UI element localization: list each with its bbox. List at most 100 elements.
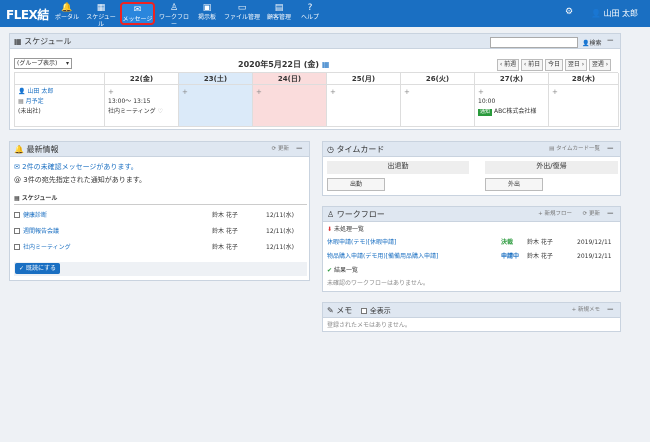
schedule-date: 2020年5月22日 (金) ▦: [238, 60, 330, 69]
board-icon: ▣: [202, 3, 212, 13]
checkbox[interactable]: [14, 212, 20, 218]
day-header[interactable]: 23(土): [179, 73, 253, 85]
workflow-empty: 未確認のワークフローはありません。: [327, 280, 429, 287]
add-icon[interactable]: +: [478, 87, 545, 97]
user-menu[interactable]: 👤 山田 太郎: [591, 8, 638, 19]
nav-board[interactable]: ▣ 掲示板: [193, 2, 221, 25]
add-icon[interactable]: +: [330, 87, 397, 97]
status-badge: 決裁: [501, 239, 514, 246]
event-item[interactable]: 通知 ABC株式会社様: [478, 107, 545, 117]
news-item[interactable]: 週間報告会議 鈴木 花子 12/11(水): [14, 228, 307, 236]
bell-icon: 🔔: [61, 3, 73, 13]
pending-label: ⬇ 未処理一覧: [327, 226, 364, 233]
schedule-search-input[interactable]: [490, 37, 578, 48]
nav-file[interactable]: ▭ ファイル管理: [223, 2, 261, 25]
workflow-item[interactable]: 物品購入申請(デモ用)[備備用品購入申請] 申請中 鈴木 花子 2019/12/11: [327, 253, 618, 261]
next-day-button[interactable]: 翌日 ›: [565, 59, 587, 71]
envelope-icon: ✉: [133, 5, 142, 15]
refresh-button[interactable]: ⟳ 更新: [272, 142, 289, 157]
nav-schedule[interactable]: ▦ スケジュール: [84, 2, 118, 28]
timecard-panel: ◷ タイムカード ▤ タイムカード一覧 − 出退勤 外出/復帰 出勤 外出: [322, 141, 621, 196]
add-icon[interactable]: +: [552, 87, 615, 97]
news-section-header: ▦ スケジュール: [14, 193, 307, 205]
new-flow-button[interactable]: + 新規フロー: [538, 207, 572, 222]
news-item[interactable]: 健康診断 鈴木 花子 12/11(水): [14, 212, 307, 220]
news-panel: 🔔 最新情報 ⟳ 更新 − ✉ 2件の未確認メッセージがあります。 @ 3件の宛…: [9, 141, 310, 281]
minimize-icon[interactable]: −: [606, 34, 614, 49]
search-button[interactable]: 👤検索: [582, 38, 602, 47]
nav-message[interactable]: ✉ メッセージ: [120, 2, 155, 25]
day-header[interactable]: 25(月): [327, 73, 401, 85]
mark-read-button[interactable]: ✓ 既読にする: [15, 263, 60, 274]
at-icon: @: [14, 176, 21, 184]
timecard-list-link[interactable]: ▤ タイムカード一覧: [549, 142, 600, 157]
day-header[interactable]: 24(日): [253, 73, 327, 85]
book-icon: ▤: [274, 3, 284, 13]
day-cell[interactable]: +: [327, 85, 401, 127]
new-memo-button[interactable]: + 新規メモ: [572, 303, 600, 318]
go-out-button[interactable]: 外出: [485, 178, 543, 191]
calendar-corner: [15, 73, 105, 85]
nav-portal[interactable]: 🔔 ポータル: [52, 2, 82, 25]
folder-icon: ▭: [237, 3, 247, 13]
chevron-down-icon: ▾: [65, 60, 69, 67]
minimize-icon[interactable]: −: [606, 142, 614, 157]
refresh-button[interactable]: ⟳ 更新: [583, 207, 600, 222]
person-status: (未出社): [18, 108, 41, 115]
add-icon[interactable]: +: [256, 87, 323, 97]
stamp-icon: ♙: [327, 210, 335, 219]
clock-icon: ◷: [327, 145, 334, 154]
day-cell[interactable]: +: [179, 85, 253, 127]
calendar-icon: ▦: [14, 195, 20, 202]
day-header[interactable]: 22(金): [105, 73, 179, 85]
minimize-icon[interactable]: −: [606, 207, 614, 222]
add-icon[interactable]: +: [108, 87, 175, 97]
day-header[interactable]: 28(木): [549, 73, 619, 85]
day-cell[interactable]: + 13:00～ 13:15 社内ミーティング ♡: [105, 85, 179, 127]
envelope-icon: ✉: [14, 163, 20, 171]
app-logo[interactable]: FLEX結: [6, 6, 49, 23]
monthly-plan-link[interactable]: 月予定: [26, 98, 44, 105]
prev-week-button[interactable]: ‹ 前週: [497, 59, 519, 71]
day-cell[interactable]: +: [401, 85, 475, 127]
checkbox[interactable]: [14, 244, 20, 250]
done-label: ✔ 結果一覧: [327, 267, 358, 274]
memo-header: ✎ メモ 全表示 + 新規メモ −: [323, 303, 620, 318]
memo-panel: ✎ メモ 全表示 + 新規メモ − 登録されたメモはありません。: [322, 302, 621, 332]
top-bar: FLEX結 🔔 ポータル ▦ スケジュール ✉ メッセージ ♙ ワークフロー ▣ 掲示板 …: [0, 0, 650, 28]
prev-day-button[interactable]: ‹ 前日: [521, 59, 543, 71]
date-picker-icon[interactable]: ▦: [322, 60, 330, 69]
group-select[interactable]: (グループ表示) ▾: [14, 58, 72, 69]
nav-workflow[interactable]: ♙ ワークフロー: [157, 2, 191, 28]
next-week-button[interactable]: 翌週 ›: [589, 59, 611, 71]
news-item[interactable]: 社内ミーティング 鈴木 花子 12/11(水): [14, 244, 307, 252]
minimize-icon[interactable]: −: [606, 303, 614, 318]
refresh-icon: ⟳: [582, 211, 588, 217]
bell-icon: 🔔: [14, 145, 24, 154]
workflow-item[interactable]: 休暇申請(テモ)[休暇申請] 決裁 鈴木 花子 2019/12/11: [327, 239, 618, 247]
event-item[interactable]: 社内ミーティング ♡: [108, 107, 175, 117]
day-header[interactable]: 27(水): [475, 73, 549, 85]
clock-in-button[interactable]: 出勤: [327, 178, 385, 191]
checkbox[interactable]: [14, 228, 20, 234]
add-icon[interactable]: +: [404, 87, 471, 97]
add-icon[interactable]: +: [182, 87, 249, 97]
day-header[interactable]: 26(火): [401, 73, 475, 85]
gear-icon[interactable]: ⚙: [565, 7, 573, 17]
person-name[interactable]: 山田 太郎: [27, 88, 53, 95]
timecard-header: ◷ タイムカード ▤ タイムカード一覧 −: [323, 142, 620, 157]
notice-message[interactable]: @ 3件の宛先指定された通知があります。: [14, 176, 146, 184]
today-button[interactable]: 今日: [545, 59, 563, 71]
minimize-icon[interactable]: −: [295, 142, 303, 157]
schedule-panel: ▦ スケジュール − 👤検索 (グループ表示) ▾ 2020年5月22日 (金) …: [9, 33, 621, 130]
workflow-panel: ♙ ワークフロー + 新規フロー ⟳ 更新 − ⬇ 未処理一覧 休暇申請(テモ)…: [322, 206, 621, 292]
day-cell[interactable]: +: [253, 85, 327, 127]
day-cell[interactable]: + 10:00 通知 ABC株式会社様: [475, 85, 549, 127]
checkbox[interactable]: [360, 308, 367, 314]
unconfirmed-message-link[interactable]: ✉ 2件の未確認メッセージがあります。: [14, 163, 138, 171]
news-footer: ✓ 既読にする: [14, 262, 307, 276]
show-all-toggle[interactable]: 全表示: [360, 307, 391, 315]
nav-help[interactable]: ? ヘルプ: [298, 2, 322, 25]
nav-customer[interactable]: ▤ 顧客管理: [263, 2, 295, 25]
day-cell[interactable]: +: [549, 85, 619, 127]
